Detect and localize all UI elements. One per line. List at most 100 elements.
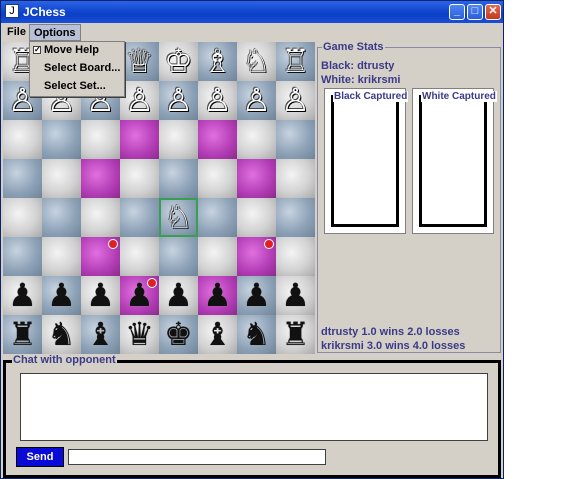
board-square-f5[interactable] bbox=[198, 159, 237, 198]
white-queen-piece[interactable]: ♕ bbox=[120, 42, 159, 81]
board-square-d1[interactable]: ♛ bbox=[120, 315, 159, 354]
board-square-a6[interactable] bbox=[3, 120, 42, 159]
board-square-c6[interactable] bbox=[81, 120, 120, 159]
board-square-g1[interactable]: ♞ bbox=[237, 315, 276, 354]
board-square-g8[interactable]: ♘ bbox=[237, 42, 276, 81]
board-square-g6[interactable] bbox=[237, 120, 276, 159]
board-square-a3[interactable] bbox=[3, 237, 42, 276]
board-square-a5[interactable] bbox=[3, 159, 42, 198]
board-square-b3[interactable] bbox=[42, 237, 81, 276]
board-square-f1[interactable]: ♝ bbox=[198, 315, 237, 354]
board-square-f8[interactable]: ♗ bbox=[198, 42, 237, 81]
board-square-d3[interactable] bbox=[120, 237, 159, 276]
black-king-piece[interactable]: ♚ bbox=[159, 315, 198, 354]
board-square-h5[interactable] bbox=[276, 159, 315, 198]
black-pawn-piece[interactable]: ♟ bbox=[81, 276, 120, 315]
board-square-e3[interactable] bbox=[159, 237, 198, 276]
board-square-g5[interactable] bbox=[237, 159, 276, 198]
black-queen-piece[interactable]: ♛ bbox=[120, 315, 159, 354]
board-square-h8[interactable]: ♖ bbox=[276, 42, 315, 81]
board-square-g3[interactable] bbox=[237, 237, 276, 276]
menu-item-select-set[interactable]: Select Set... bbox=[30, 78, 124, 95]
white-pawn-piece[interactable]: ♙ bbox=[198, 81, 237, 120]
board-square-a1[interactable]: ♜ bbox=[3, 315, 42, 354]
message-input[interactable] bbox=[68, 449, 326, 465]
board-square-h4[interactable] bbox=[276, 198, 315, 237]
title-bar[interactable]: J JChess _ □ ✕ bbox=[1, 1, 503, 23]
board-square-f3[interactable] bbox=[198, 237, 237, 276]
black-pawn-piece[interactable]: ♟ bbox=[42, 276, 81, 315]
board-square-h1[interactable]: ♜ bbox=[276, 315, 315, 354]
board-square-h3[interactable] bbox=[276, 237, 315, 276]
black-knight-piece[interactable]: ♞ bbox=[42, 315, 81, 354]
black-pawn-piece[interactable]: ♟ bbox=[276, 276, 315, 315]
board-square-f6[interactable] bbox=[198, 120, 237, 159]
board-square-h2[interactable]: ♟ bbox=[276, 276, 315, 315]
board-square-f7[interactable]: ♙ bbox=[198, 81, 237, 120]
board-square-a4[interactable] bbox=[3, 198, 42, 237]
board-square-a2[interactable]: ♟ bbox=[3, 276, 42, 315]
minimize-button[interactable]: _ bbox=[449, 4, 465, 20]
board-square-c2[interactable]: ♟ bbox=[81, 276, 120, 315]
board-square-h7[interactable]: ♙ bbox=[276, 81, 315, 120]
board-square-c4[interactable] bbox=[81, 198, 120, 237]
board-square-e6[interactable] bbox=[159, 120, 198, 159]
menu-file[interactable]: File bbox=[3, 24, 30, 40]
board-square-e8[interactable]: ♔ bbox=[159, 42, 198, 81]
white-knight-piece[interactable]: ♘ bbox=[237, 42, 276, 81]
white-king-piece[interactable]: ♔ bbox=[159, 42, 198, 81]
black-pawn-piece[interactable]: ♟ bbox=[159, 276, 198, 315]
maximize-button[interactable]: □ bbox=[467, 4, 483, 20]
board-square-d2[interactable]: ♟ bbox=[120, 276, 159, 315]
board-square-d6[interactable] bbox=[120, 120, 159, 159]
board-square-h6[interactable] bbox=[276, 120, 315, 159]
board-square-d8[interactable]: ♕ bbox=[120, 42, 159, 81]
menu-item-move-help[interactable]: ✓ Move Help bbox=[30, 42, 124, 59]
black-knight-piece[interactable]: ♞ bbox=[237, 315, 276, 354]
board-square-b6[interactable] bbox=[42, 120, 81, 159]
black-rook-piece[interactable]: ♜ bbox=[276, 315, 315, 354]
close-button[interactable]: ✕ bbox=[485, 4, 501, 20]
board-square-g7[interactable]: ♙ bbox=[237, 81, 276, 120]
board-square-e2[interactable]: ♟ bbox=[159, 276, 198, 315]
chat-panel: Chat with opponent Send bbox=[3, 354, 501, 478]
board-square-d4[interactable] bbox=[120, 198, 159, 237]
board-square-b5[interactable] bbox=[42, 159, 81, 198]
board-square-e1[interactable]: ♚ bbox=[159, 315, 198, 354]
white-rook-piece[interactable]: ♖ bbox=[276, 42, 315, 81]
white-pawn-piece[interactable]: ♙ bbox=[159, 81, 198, 120]
board-square-g4[interactable] bbox=[237, 198, 276, 237]
black-rook-piece[interactable]: ♜ bbox=[3, 315, 42, 354]
menu-options[interactable]: Options bbox=[29, 24, 81, 41]
black-pawn-piece[interactable]: ♟ bbox=[3, 276, 42, 315]
black-bishop-piece[interactable]: ♝ bbox=[198, 315, 237, 354]
white-pawn-piece[interactable]: ♙ bbox=[120, 81, 159, 120]
board-square-e4[interactable]: ♘ bbox=[159, 198, 198, 237]
board-square-g2[interactable]: ♟ bbox=[237, 276, 276, 315]
white-bishop-piece[interactable]: ♗ bbox=[198, 42, 237, 81]
white-knight-piece[interactable]: ♘ bbox=[159, 198, 198, 237]
board-square-e5[interactable] bbox=[159, 159, 198, 198]
board-square-c3[interactable] bbox=[81, 237, 120, 276]
menu-item-label: Select Set... bbox=[44, 80, 106, 92]
board-square-b2[interactable]: ♟ bbox=[42, 276, 81, 315]
board-square-d5[interactable] bbox=[120, 159, 159, 198]
black-bishop-piece[interactable]: ♝ bbox=[81, 315, 120, 354]
board-square-b4[interactable] bbox=[42, 198, 81, 237]
white-pawn-piece[interactable]: ♙ bbox=[237, 81, 276, 120]
board-square-c5[interactable] bbox=[81, 159, 120, 198]
white-pawn-piece[interactable]: ♙ bbox=[276, 81, 315, 120]
chat-log[interactable] bbox=[20, 373, 488, 441]
board-square-c1[interactable]: ♝ bbox=[81, 315, 120, 354]
app-icon: J bbox=[5, 4, 19, 18]
board-square-e7[interactable]: ♙ bbox=[159, 81, 198, 120]
board-square-b1[interactable]: ♞ bbox=[42, 315, 81, 354]
send-button[interactable]: Send bbox=[16, 447, 64, 467]
options-dropdown: ✓ Move Help Select Board... Select Set..… bbox=[29, 41, 125, 97]
black-pawn-piece[interactable]: ♟ bbox=[237, 276, 276, 315]
menu-item-select-board[interactable]: Select Board... bbox=[30, 60, 124, 77]
board-square-f4[interactable] bbox=[198, 198, 237, 237]
black-pawn-piece[interactable]: ♟ bbox=[198, 276, 237, 315]
board-square-f2[interactable]: ♟ bbox=[198, 276, 237, 315]
board-square-d7[interactable]: ♙ bbox=[120, 81, 159, 120]
